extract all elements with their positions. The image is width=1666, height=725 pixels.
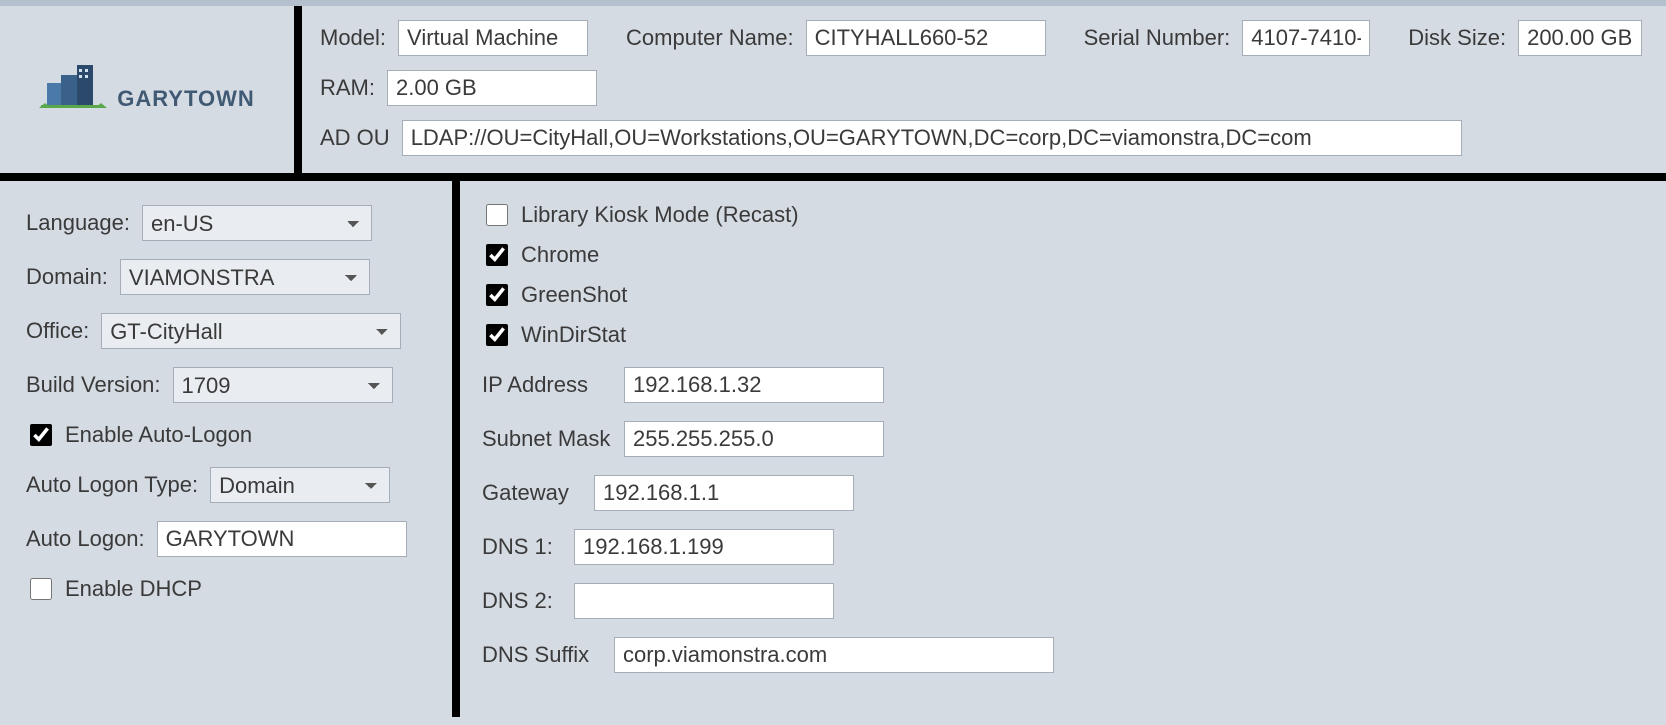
windirstat-checkbox[interactable]	[486, 324, 508, 346]
dns2-row: DNS 2:	[482, 583, 1644, 619]
chrome-checkbox[interactable]	[486, 244, 508, 266]
office-row: Office: GT-CityHall	[26, 313, 426, 349]
kiosk-label: Library Kiosk Mode (Recast)	[521, 202, 799, 228]
greenshot-row: GreenShot	[482, 281, 1644, 309]
computer-name-label: Computer Name:	[626, 25, 794, 51]
enable-autologon-label: Enable Auto-Logon	[65, 422, 252, 448]
autologon-row: Auto Logon:	[26, 521, 426, 557]
domain-label: Domain:	[26, 264, 108, 290]
brand-name: GARYTOWN	[117, 86, 255, 120]
gateway-label: Gateway	[482, 480, 582, 506]
ip-row: IP Address	[482, 367, 1644, 403]
dns1-field[interactable]	[574, 529, 834, 565]
dns1-label: DNS 1:	[482, 534, 562, 560]
enable-dhcp-row: Enable DHCP	[26, 575, 426, 603]
config-right-panel: Library Kiosk Mode (Recast) Chrome Green…	[460, 181, 1666, 717]
windirstat-label: WinDirStat	[521, 322, 626, 348]
enable-autologon-checkbox[interactable]	[30, 424, 52, 446]
windirstat-row: WinDirStat	[482, 321, 1644, 349]
language-label: Language:	[26, 210, 130, 236]
brand-cell: GARYTOWN	[0, 6, 302, 173]
autologon-type-select[interactable]: Domain	[210, 467, 390, 503]
domain-select[interactable]: VIAMONSTRA	[120, 259, 370, 295]
gateway-field[interactable]	[594, 475, 854, 511]
system-info-line3: AD OU	[320, 120, 1648, 156]
build-version-select[interactable]: 1709	[173, 367, 393, 403]
dnssuffix-field[interactable]	[614, 637, 1054, 673]
disk-size-label: Disk Size:	[1408, 25, 1506, 51]
serial-number-label: Serial Number:	[1084, 25, 1231, 51]
chrome-label: Chrome	[521, 242, 599, 268]
chrome-row: Chrome	[482, 241, 1644, 269]
system-info-panel: Model: Computer Name: Serial Number: Dis…	[302, 6, 1666, 173]
autologon-type-row: Auto Logon Type: Domain	[26, 467, 426, 503]
gateway-row: Gateway	[482, 475, 1644, 511]
dns2-label: DNS 2:	[482, 588, 562, 614]
disk-size-field[interactable]	[1518, 20, 1642, 56]
enable-dhcp-label: Enable DHCP	[65, 576, 202, 602]
model-field[interactable]	[398, 20, 588, 56]
enable-dhcp-checkbox[interactable]	[30, 578, 52, 600]
ad-ou-field[interactable]	[402, 120, 1462, 156]
content-row: Language: en-US Domain: VIAMONSTRA Offic…	[0, 181, 1666, 717]
subnet-label: Subnet Mask	[482, 426, 612, 452]
build-version-label: Build Version:	[26, 372, 161, 398]
language-row: Language: en-US	[26, 205, 426, 241]
serial-number-field[interactable]	[1242, 20, 1370, 56]
ram-field[interactable]	[387, 70, 597, 106]
autologon-field[interactable]	[157, 521, 407, 557]
subnet-field[interactable]	[624, 421, 884, 457]
language-select[interactable]: en-US	[142, 205, 372, 241]
greenshot-label: GreenShot	[521, 282, 627, 308]
autologon-type-label: Auto Logon Type:	[26, 472, 198, 498]
office-label: Office:	[26, 318, 89, 344]
kiosk-checkbox[interactable]	[486, 204, 508, 226]
header-row: GARYTOWN Model: Computer Name: Serial Nu…	[0, 6, 1666, 181]
dnssuffix-row: DNS Suffix	[482, 637, 1644, 673]
enable-autologon-row: Enable Auto-Logon	[26, 421, 426, 449]
dns1-row: DNS 1:	[482, 529, 1644, 565]
build-version-row: Build Version: 1709	[26, 367, 426, 403]
office-select[interactable]: GT-CityHall	[101, 313, 401, 349]
ram-label: RAM:	[320, 75, 375, 101]
subnet-row: Subnet Mask	[482, 421, 1644, 457]
computer-name-field[interactable]	[806, 20, 1046, 56]
config-left-panel: Language: en-US Domain: VIAMONSTRA Offic…	[0, 181, 460, 717]
greenshot-checkbox[interactable]	[486, 284, 508, 306]
domain-row: Domain: VIAMONSTRA	[26, 259, 426, 295]
system-info-line1: Model: Computer Name: Serial Number: Dis…	[320, 20, 1648, 56]
system-info-line2: RAM:	[320, 70, 1648, 106]
ad-ou-label: AD OU	[320, 125, 390, 151]
ip-label: IP Address	[482, 372, 612, 398]
window-root: GARYTOWN Model: Computer Name: Serial Nu…	[0, 0, 1666, 725]
model-label: Model:	[320, 25, 386, 51]
brand-inner: GARYTOWN	[39, 59, 255, 120]
buildings-icon	[39, 59, 109, 120]
dnssuffix-label: DNS Suffix	[482, 642, 602, 668]
autologon-label: Auto Logon:	[26, 526, 145, 552]
ip-field[interactable]	[624, 367, 884, 403]
dns2-field[interactable]	[574, 583, 834, 619]
kiosk-row: Library Kiosk Mode (Recast)	[482, 201, 1644, 229]
